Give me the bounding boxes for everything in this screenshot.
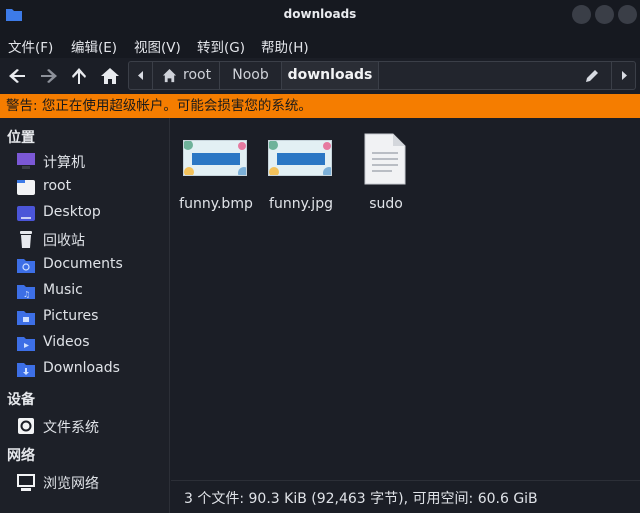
path-segment-noob[interactable]: Noob [220,62,282,89]
downloads-folder-icon [17,363,35,377]
sidebar-item-label: 计算机 [43,155,85,171]
sidebar: 位置 计算机 root Desktop 回收站 Documents ♫ Musi… [0,118,170,513]
path-scroll-left-button[interactable] [129,62,153,89]
file-item[interactable]: funny.bmp [171,118,253,212]
sidebar-item-label: Downloads [43,360,120,376]
sidebar-item-label: 回收站 [43,233,85,249]
superuser-warning-bar: 警告: 您正在使用超级帐户。可能会损害您的系统。 [0,94,640,118]
sidebar-item-label: Videos [43,334,90,350]
sidebar-item-documents[interactable]: Documents [16,254,166,276]
trash-icon [20,231,32,248]
path-scroll-right-button[interactable] [611,62,635,89]
sidebar-item-label: root [43,178,72,194]
caret-left-icon [138,71,143,80]
home-folder-icon [17,180,35,195]
sidebar-item-root[interactable]: root [16,176,166,198]
devices-header: 设备 [7,392,35,408]
file-view: funny.bmp funny.jpg sudo [171,118,640,479]
menu-edit[interactable]: 编辑(E) [71,36,117,56]
documents-folder-icon [17,259,35,273]
image-thumbnail [183,140,247,176]
menu-go[interactable]: 转到(G) [197,36,245,56]
sidebar-item-label: Desktop [43,204,101,220]
arrow-right-icon [41,69,57,83]
close-button[interactable] [618,5,637,24]
sidebar-item-label: Documents [43,256,123,272]
home-icon [162,68,177,83]
sidebar-item-pictures[interactable]: Pictures [16,306,166,328]
file-name: funny.bmp [179,196,253,212]
videos-folder-icon [17,337,35,351]
network-icon [17,474,35,491]
drive-icon [18,418,34,434]
sidebar-item-downloads[interactable]: Downloads [16,358,166,380]
toolbar: root Noob downloads [0,58,640,93]
sidebar-item-label: Music [43,282,83,298]
sidebar-item-filesystem[interactable]: 文件系统 [16,415,166,437]
minimize-button[interactable] [572,5,591,24]
image-thumbnail [268,140,332,176]
file-name: funny.jpg [269,196,333,212]
path-segment-downloads[interactable]: downloads [282,62,379,89]
back-button[interactable] [8,66,28,86]
file-item[interactable]: funny.jpg [256,118,336,212]
sidebar-item-label: Pictures [43,308,99,324]
places-header: 位置 [7,130,35,146]
menu-view[interactable]: 视图(V) [134,36,181,56]
image-thumbnail-art [269,141,331,175]
document-icon [364,133,406,185]
arrow-left-icon [9,69,25,83]
desktop-folder-icon [17,206,35,221]
file-item[interactable]: sudo [341,118,421,212]
sidebar-item-computer[interactable]: 计算机 [16,150,166,172]
file-name: sudo [369,196,403,212]
sidebar-item-browse-network[interactable]: 浏览网络 [16,471,166,493]
path-segment-root[interactable]: root [153,62,220,89]
pencil-icon [586,70,598,82]
svg-text:♫: ♫ [23,290,30,299]
pictures-folder-icon [17,311,35,325]
title-bar: downloads [0,0,640,30]
network-header: 网络 [7,448,35,464]
sidebar-item-label: 文件系统 [43,420,99,436]
status-bar: 3 个文件: 90.3 KiB (92,463 字节), 可用空间: 60.6 … [171,480,640,513]
sidebar-item-desktop[interactable]: Desktop [16,202,166,224]
maximize-button[interactable] [595,5,614,24]
path-segment-label: root [183,67,212,83]
path-bar: root Noob downloads [128,61,636,90]
menu-file[interactable]: 文件(F) [8,36,53,56]
sidebar-item-label: 浏览网络 [43,476,99,492]
image-thumbnail-art [184,141,246,175]
sidebar-item-trash[interactable]: 回收站 [16,228,166,250]
sidebar-item-music[interactable]: ♫ Music [16,280,166,302]
music-folder-icon: ♫ [17,285,35,299]
up-button[interactable] [69,66,89,86]
sidebar-item-videos[interactable]: Videos [16,332,166,354]
menu-help[interactable]: 帮助(H) [261,36,309,56]
home-button[interactable] [100,66,120,86]
home-icon [101,68,119,84]
menu-bar: 文件(F) 编辑(E) 视图(V) 转到(G) 帮助(H) [0,30,640,58]
window-title: downloads [283,7,357,21]
forward-button[interactable] [38,66,58,86]
arrow-up-icon [72,68,86,84]
status-text: 3 个文件: 90.3 KiB (92,463 字节), 可用空间: 60.6 … [184,491,538,507]
edit-path-button[interactable] [583,67,601,85]
computer-icon [17,153,35,169]
caret-right-icon [622,71,627,80]
